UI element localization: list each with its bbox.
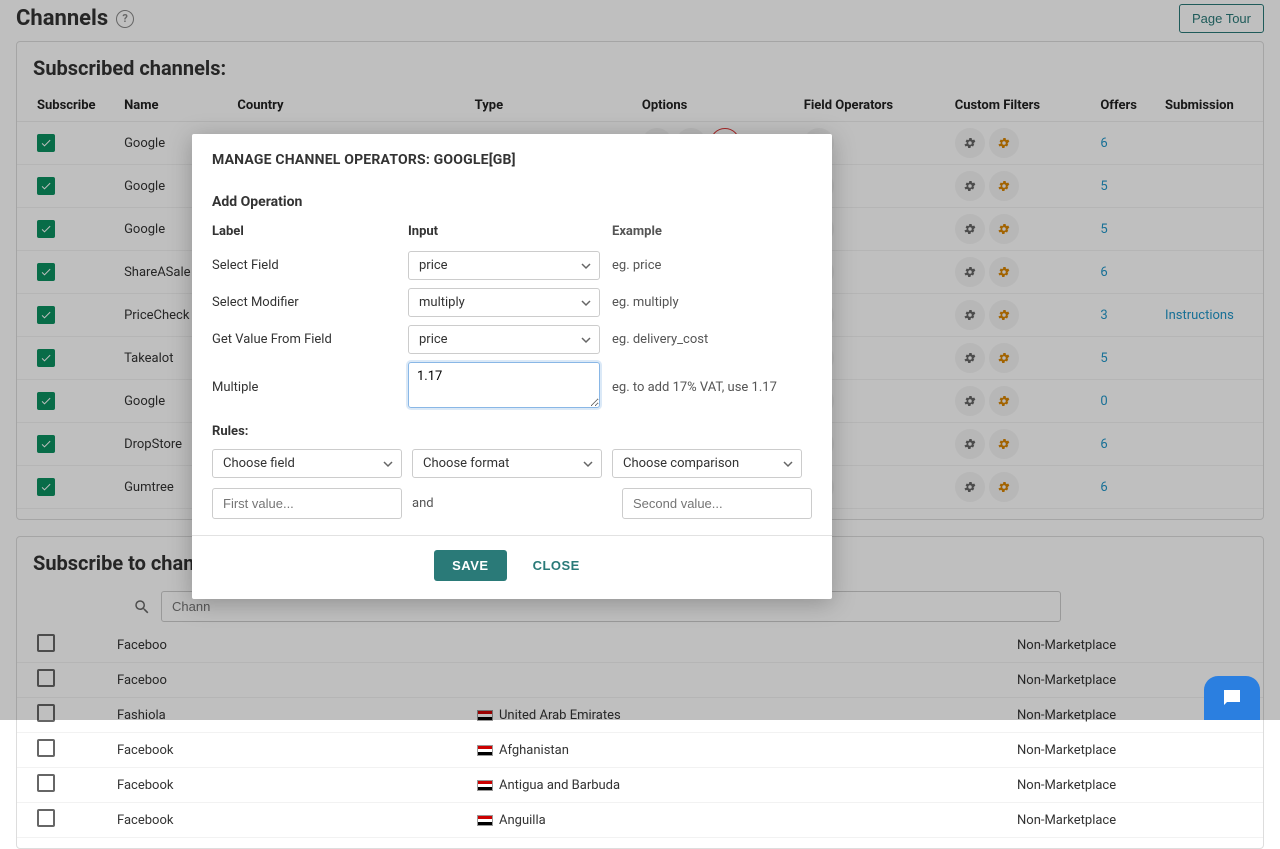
channel-type: Non-Marketplace [1007,803,1263,838]
rules-label: Rules: [212,424,812,439]
channel-type: Non-Marketplace [1007,733,1263,768]
multiple-example: eg. to add 17% VAT, use 1.17 [604,380,812,395]
table-row: Facebook Anguilla Non-Marketplace [17,803,1263,838]
close-button[interactable]: CLOSE [523,550,590,581]
flag-icon [477,815,493,826]
chat-fab[interactable] [1204,676,1260,720]
manage-operators-modal: MANAGE CHANNEL OPERATORS: GOOGLE[GB] Add… [192,134,832,599]
table-row: Facebook Afghanistan Non-Marketplace [17,733,1263,768]
modal-subtitle: Add Operation [212,194,812,210]
channel-name: Facebook [107,768,467,803]
table-row: Facebook Antigua and Barbuda Non-Marketp… [17,768,1263,803]
example-header: Example [604,224,812,243]
select-modifier-example: eg. multiply [604,295,812,310]
select-field-dropdown[interactable]: price [408,251,600,280]
channel-name: Facebook [107,733,467,768]
flag-icon [477,745,493,756]
select-modifier-label: Select Modifier [212,295,408,310]
choose-format-dropdown[interactable]: Choose format [412,449,602,478]
channel-country: Afghanistan [467,733,1007,768]
label-header: Label [212,224,408,243]
channel-type: Non-Marketplace [1007,768,1263,803]
select-field-label: Select Field [212,258,408,273]
save-button[interactable]: SAVE [434,550,506,581]
first-value-input[interactable] [212,488,402,519]
get-value-dropdown[interactable]: price [408,325,600,354]
get-value-label: Get Value From Field [212,332,408,347]
choose-field-dropdown[interactable]: Choose field [212,449,402,478]
get-value-example: eg. delivery_cost [604,332,812,347]
channel-name: Facebook [107,803,467,838]
select-field-example: eg. price [604,258,812,273]
and-label: and [412,496,434,511]
chat-icon [1220,686,1244,710]
subscribe-checkbox[interactable] [37,739,55,757]
multiple-label: Multiple [212,380,408,395]
channel-country: Antigua and Barbuda [467,768,1007,803]
flag-icon [477,780,493,791]
subscribe-checkbox[interactable] [37,809,55,827]
modal-title: MANAGE CHANNEL OPERATORS: GOOGLE[GB] [212,152,812,168]
subscribe-checkbox[interactable] [37,774,55,792]
channel-country: Anguilla [467,803,1007,838]
choose-comparison-dropdown[interactable]: Choose comparison [612,449,802,478]
select-modifier-dropdown[interactable]: multiply [408,288,600,317]
second-value-input[interactable] [622,488,812,519]
multiple-input[interactable] [408,362,600,408]
input-header: Input [408,224,604,243]
